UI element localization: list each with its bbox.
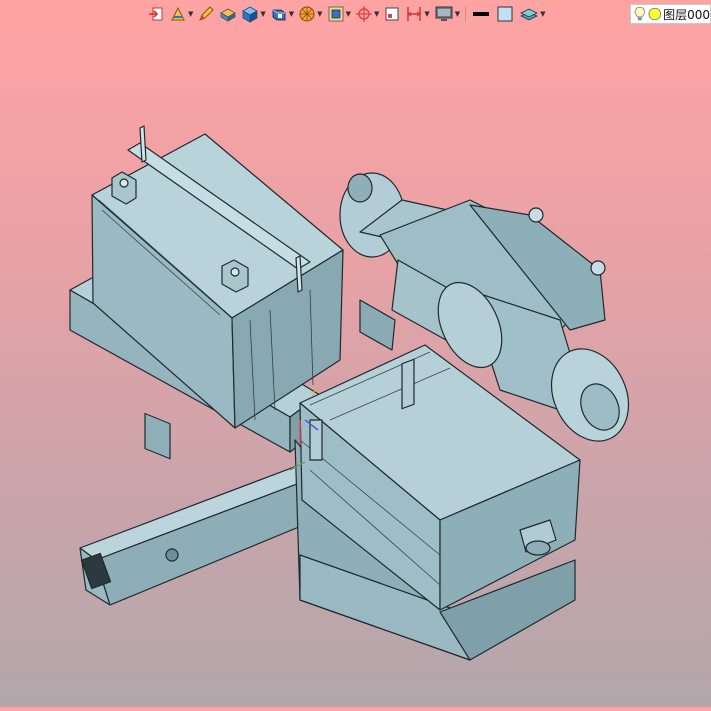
axis-icon	[355, 6, 372, 22]
chevron-down-icon: ▼	[288, 10, 295, 18]
pencil-icon	[199, 6, 215, 21]
square-icon	[385, 7, 399, 21]
pad-button[interactable]	[218, 4, 238, 24]
chevron-down-icon: ▼	[373, 10, 380, 18]
axis-button[interactable]: ▼	[354, 4, 380, 24]
toolbar: ▼ ▼ ▼ ▼ ▼ ▼ ▼ ▼ ▼	[146, 3, 547, 25]
toolbar-separator	[465, 6, 467, 22]
wheel-button[interactable]: ▼	[297, 4, 323, 24]
chevron-down-icon: ▼	[540, 10, 546, 18]
svg-text:7: 7	[310, 386, 317, 399]
line-thickness-button[interactable]	[470, 4, 492, 24]
fill-color-button[interactable]	[494, 4, 516, 24]
chevron-down-icon: ▼	[454, 10, 461, 18]
chevron-down-icon: ▼	[260, 10, 266, 18]
part-button[interactable]: ▼	[240, 4, 266, 24]
layer-name: 图层000	[663, 7, 710, 22]
3d-viewport[interactable]: 7	[0, 26, 711, 707]
sketch-tools-button[interactable]: ▼	[168, 4, 194, 24]
monitor-icon	[435, 6, 453, 21]
chevron-down-icon: ▼	[188, 10, 194, 18]
frame-button[interactable]: ▼	[326, 4, 352, 24]
wheel-icon	[299, 6, 315, 22]
chevron-down-icon: ▼	[345, 10, 351, 18]
cad-model: 7	[69, 125, 630, 661]
light-bulb-icon	[634, 6, 645, 21]
pad-icon	[220, 8, 237, 22]
body-icon	[272, 9, 286, 21]
chevron-down-icon: ▼	[424, 10, 430, 18]
monitor-button[interactable]: ▼	[433, 4, 461, 24]
line-thickness-icon	[473, 12, 490, 16]
fill-color-icon	[497, 6, 513, 22]
pencil-button[interactable]	[196, 4, 216, 24]
sketch-tools-icon	[171, 6, 185, 21]
square-button[interactable]	[382, 4, 402, 24]
exit-sketch-button[interactable]	[146, 4, 166, 24]
layer-selector[interactable]: 图层000	[630, 4, 711, 24]
layers-button[interactable]: ▼	[518, 4, 546, 24]
layers-icon	[520, 8, 538, 21]
dimension-icon	[407, 7, 422, 21]
exit-sketch-icon	[149, 7, 163, 21]
body-button[interactable]: ▼	[269, 4, 295, 24]
frame-icon	[328, 6, 344, 22]
part-icon	[242, 6, 259, 23]
layer-color-icon	[648, 7, 661, 21]
chevron-down-icon: ▼	[317, 10, 323, 18]
dimension-button[interactable]: ▼	[404, 4, 430, 24]
